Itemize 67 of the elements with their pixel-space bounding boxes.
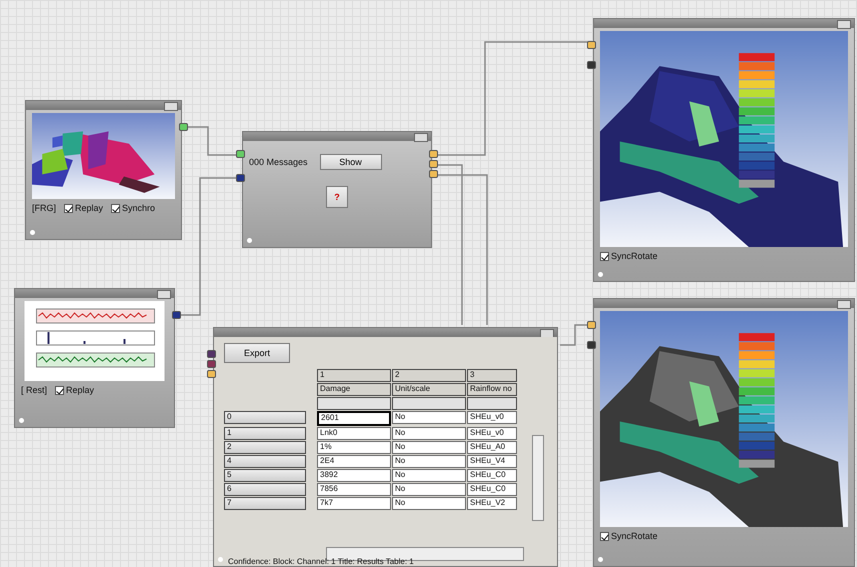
row-header: 2 (224, 441, 306, 454)
column-header: Damage (317, 383, 391, 396)
port-icon[interactable] (587, 321, 596, 329)
table-cell: SHEu_A0 (467, 441, 517, 454)
node-label: [FRG] (32, 203, 56, 213)
table-cell: 7k7 (317, 497, 391, 510)
close-icon[interactable] (157, 290, 171, 299)
status-dot-icon (218, 557, 223, 562)
port-icon[interactable] (236, 150, 245, 158)
column-header: 1 (317, 369, 391, 382)
row-header: 4 (224, 455, 306, 468)
table-cell: 7856 (317, 483, 391, 496)
table-cell: 2601 (317, 411, 391, 426)
table-cell: SHEu_v0 (467, 427, 517, 440)
table-cell: No (392, 455, 466, 468)
column-header: 3 (467, 369, 517, 382)
table-cell: SHEu_C0 (467, 469, 517, 482)
node-label: [ Rest] (21, 385, 48, 395)
table-cell: 1% (317, 441, 391, 454)
row-header: 6 (224, 483, 306, 496)
checkbox[interactable]: Replay (64, 203, 104, 213)
table-cell: 3892 (317, 469, 391, 482)
port-icon[interactable] (236, 174, 245, 182)
header-cell (467, 397, 517, 410)
table-cell: SHEu_V2 (467, 497, 517, 510)
messages-label: 000 Messages (249, 157, 308, 167)
port-icon[interactable] (587, 341, 596, 349)
table-cell: No (392, 441, 466, 454)
row-header: 1 (224, 427, 306, 440)
close-icon[interactable] (164, 102, 178, 111)
status-text: Confidence: Block: Channel: 1 Title: Results Table: 1 (228, 557, 414, 566)
table-cell: SHEu_C0 (467, 483, 517, 496)
status-dot-icon (19, 418, 24, 423)
port-icon[interactable] (179, 123, 188, 131)
column-header: Unit/scale (392, 383, 466, 396)
close-icon[interactable] (837, 20, 851, 29)
table-cell: No (392, 427, 466, 440)
table-cell: SHEu_v0 (467, 411, 517, 424)
column-header: 2 (392, 369, 466, 382)
checkbox[interactable]: Replay (55, 385, 94, 395)
status-dot-icon (247, 238, 252, 243)
row-header: 5 (224, 469, 306, 482)
row-header: 0 (224, 411, 306, 424)
export-button[interactable]: Export (224, 343, 290, 363)
close-icon[interactable] (837, 300, 851, 309)
row-header: 7 (224, 497, 306, 510)
port-icon[interactable] (587, 61, 596, 69)
port-icon[interactable] (172, 311, 181, 319)
column-header: Rainflow no (467, 383, 517, 396)
close-icon[interactable] (414, 133, 428, 142)
show-button[interactable]: Show (320, 154, 382, 170)
table-cell: No (392, 411, 466, 424)
status-dot-icon (598, 557, 603, 562)
status-dot-icon (30, 230, 35, 235)
checkbox[interactable]: SyncRotate (600, 251, 658, 261)
help-button[interactable]: ? (326, 186, 348, 208)
checkbox[interactable]: SyncRotate (600, 531, 658, 541)
table-cell: No (392, 497, 466, 510)
checkbox[interactable]: Synchro (111, 203, 156, 213)
status-dot-icon (598, 272, 603, 277)
table-cell: No (392, 483, 466, 496)
port-icon[interactable] (587, 41, 596, 49)
table-cell: 2E4 (317, 455, 391, 468)
table-cell: SHEu_V4 (467, 455, 517, 468)
table-cell: Lnk0 (317, 427, 391, 440)
table-cell: No (392, 469, 466, 482)
connector-line (560, 324, 588, 346)
